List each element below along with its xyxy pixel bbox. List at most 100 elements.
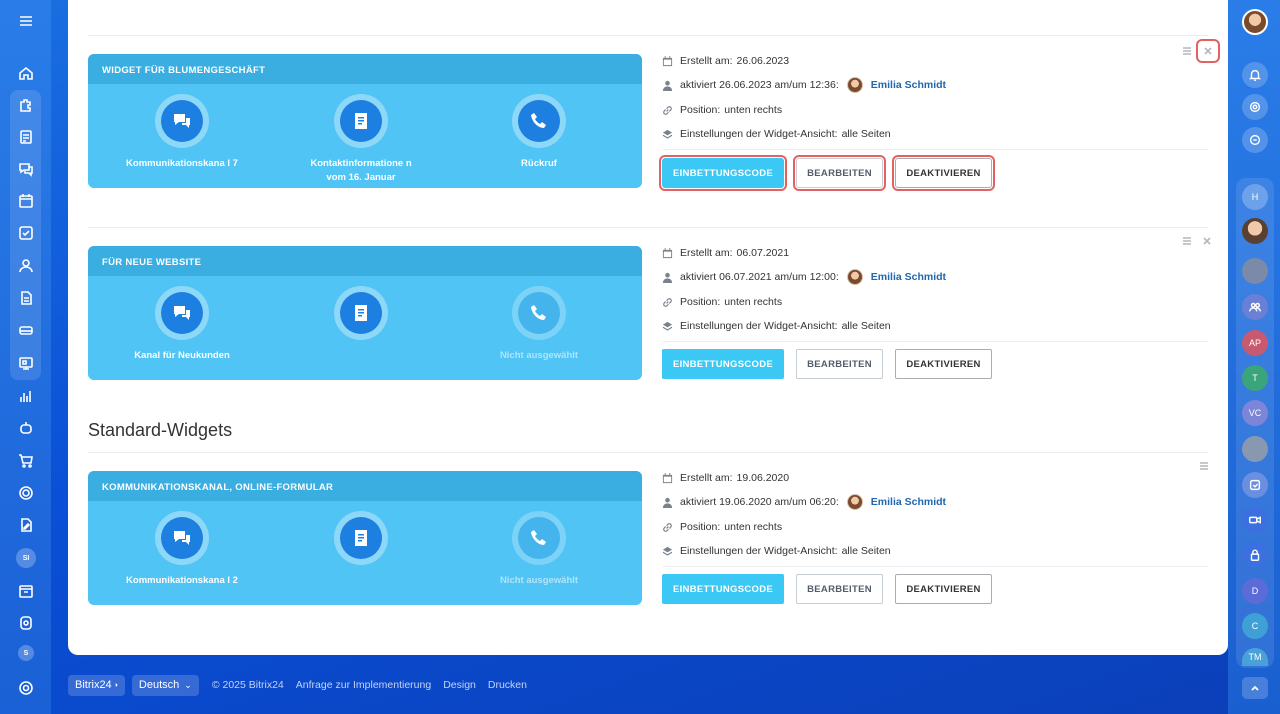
feature-communication: Kommunikationskana l 2 xyxy=(122,511,242,588)
feature-callback: Nicht ausgewählt xyxy=(479,286,599,363)
activated-row: aktiviert 19.06.2020 am/um 06:20: Emilia… xyxy=(662,494,946,510)
drag-handle-icon[interactable] xyxy=(1198,460,1210,472)
contacts-icon[interactable] xyxy=(13,253,39,279)
footer-link-design[interactable]: Design xyxy=(443,679,476,691)
widget-actions xyxy=(1198,460,1210,472)
form-icon xyxy=(355,113,367,129)
footer-link-implementation[interactable]: Anfrage zur Implementierung xyxy=(296,679,431,691)
tasks-icon[interactable] xyxy=(13,220,39,246)
feature-label: Rückruf xyxy=(521,158,557,169)
avatar[interactable]: VC xyxy=(1242,400,1268,426)
booking-icon[interactable] xyxy=(13,578,39,604)
group-icon[interactable] xyxy=(1242,294,1268,320)
user-icon xyxy=(662,80,673,91)
sites-icon[interactable] xyxy=(13,350,39,376)
sign-icon[interactable] xyxy=(13,512,39,538)
drag-handle-icon[interactable] xyxy=(1181,45,1193,57)
feature-label: Kanal für Neukunden xyxy=(134,350,230,361)
user-icon xyxy=(662,272,673,283)
avatar[interactable]: D xyxy=(1242,578,1268,604)
calendar-icon xyxy=(662,55,673,66)
menu-icon[interactable] xyxy=(13,8,39,34)
avatar[interactable]: S xyxy=(18,645,34,661)
copilot-icon[interactable] xyxy=(1242,94,1268,120)
deactivate-button[interactable]: DEAKTIVIEREN xyxy=(895,574,992,604)
chat-icon xyxy=(174,114,190,128)
copyright: © 2025 Bitrix24 xyxy=(211,679,284,691)
puzzle-icon[interactable] xyxy=(13,92,39,118)
avatar[interactable] xyxy=(1242,436,1268,462)
avatar[interactable] xyxy=(1242,258,1268,284)
settings-row: Einstellungen der Widget-Ansicht: alle Se… xyxy=(662,127,891,141)
avatar[interactable] xyxy=(1242,218,1268,244)
brand-badge[interactable]: Bitrix24 ◑ xyxy=(68,674,125,696)
target-icon[interactable] xyxy=(13,480,39,506)
close-icon[interactable] xyxy=(1196,39,1220,63)
shop-cart-icon[interactable] xyxy=(13,448,39,474)
video-icon[interactable] xyxy=(1242,507,1268,533)
widget-actions xyxy=(1181,235,1213,247)
settings-row: Einstellungen der Widget-Ansicht: alle Se… xyxy=(662,544,891,558)
link-icon xyxy=(663,297,672,307)
created-row: Erstellt am: 19.06.2020 xyxy=(662,471,789,485)
robot-icon[interactable] xyxy=(13,415,39,441)
home-icon[interactable] xyxy=(13,60,39,86)
language-select[interactable]: Deutsch ⌄ xyxy=(131,674,199,696)
feature-label: Kommunikationskana l 2 xyxy=(126,575,238,586)
close-icon[interactable] xyxy=(1201,235,1213,247)
layers-icon xyxy=(662,546,673,556)
embed-code-button[interactable]: EINBETTUNGSCODE xyxy=(662,349,784,379)
avatar[interactable]: H xyxy=(1242,184,1268,210)
feature-contact-info: Kontaktinformatione n vom 16. Januar xyxy=(301,94,421,185)
widget-title: WIDGET FÜR BLUMENGESCHÄFT xyxy=(88,54,642,84)
edit-button[interactable]: BEARBEITEN xyxy=(796,574,883,604)
edit-button[interactable]: BEARBEITEN xyxy=(793,155,886,191)
analytics-icon[interactable] xyxy=(13,383,39,409)
created-row: Erstellt am: 26.06.2023 xyxy=(662,54,789,68)
widget-preview: FÜR NEUE WEBSITE Kanal für Neukunden Nic… xyxy=(88,246,642,380)
documents-icon[interactable] xyxy=(13,285,39,311)
deactivate-button[interactable]: DEAKTIVIEREN xyxy=(895,349,992,379)
feed-icon[interactable] xyxy=(13,124,39,150)
activated-row: aktiviert 26.06.2023 am/um 12:36: Emilia… xyxy=(662,77,946,93)
widget-icon[interactable] xyxy=(13,610,39,636)
divider xyxy=(662,341,1208,342)
user-link[interactable]: Emilia Schmidt xyxy=(871,79,946,91)
avatar[interactable]: SI xyxy=(16,548,36,568)
drag-handle-icon[interactable] xyxy=(1181,235,1193,247)
avatar[interactable]: AP xyxy=(1242,330,1268,356)
embed-code-button[interactable]: EINBETTUNGSCODE xyxy=(662,574,784,604)
right-sidebar: H AP T VC D C TM xyxy=(1228,0,1280,714)
divider xyxy=(88,452,1208,453)
embed-code-button[interactable]: EINBETTUNGSCODE xyxy=(659,155,787,191)
feature-label: Nicht ausgewählt xyxy=(499,350,579,361)
chat-icon[interactable] xyxy=(13,156,39,182)
layers-icon xyxy=(662,321,673,331)
storage-icon[interactable] xyxy=(13,317,39,343)
avatar[interactable]: C xyxy=(1242,613,1268,639)
widget-preview: KOMMUNIKATIONSKANAL, ONLINE-FORMULAR Kom… xyxy=(88,471,642,605)
edit-button[interactable]: BEARBEITEN xyxy=(796,349,883,379)
avatar[interactable]: T xyxy=(1242,365,1268,391)
footer-link-print[interactable]: Drucken xyxy=(488,679,527,691)
scroll-up-button[interactable] xyxy=(1242,677,1268,699)
chevron-down-icon: ⌄ xyxy=(184,679,192,690)
lock-icon[interactable] xyxy=(1242,542,1268,568)
created-row: Erstellt am: 06.07.2021 xyxy=(662,246,789,260)
feature-communication: Kommunikationskana l 7 xyxy=(122,94,242,171)
feature-callback: Nicht ausgewählt xyxy=(479,511,599,588)
user-avatar[interactable] xyxy=(1242,9,1268,35)
calendar-icon[interactable] xyxy=(13,188,39,214)
tasks-icon[interactable] xyxy=(1242,472,1268,498)
form-icon xyxy=(355,305,367,321)
user-link[interactable]: Emilia Schmidt xyxy=(871,496,946,508)
position-row: Position: unten rechts xyxy=(662,295,782,309)
deactivate-button[interactable]: DEAKTIVIEREN xyxy=(892,155,995,191)
bell-icon[interactable] xyxy=(1242,62,1268,88)
layers-icon xyxy=(662,129,673,139)
user-link[interactable]: Emilia Schmidt xyxy=(871,271,946,283)
search-chat-icon[interactable] xyxy=(1242,127,1268,153)
feature-label: Kommunikationskana l 7 xyxy=(126,158,238,169)
gear-icon[interactable] xyxy=(13,675,39,701)
feature-callback: Rückruf xyxy=(479,94,599,171)
